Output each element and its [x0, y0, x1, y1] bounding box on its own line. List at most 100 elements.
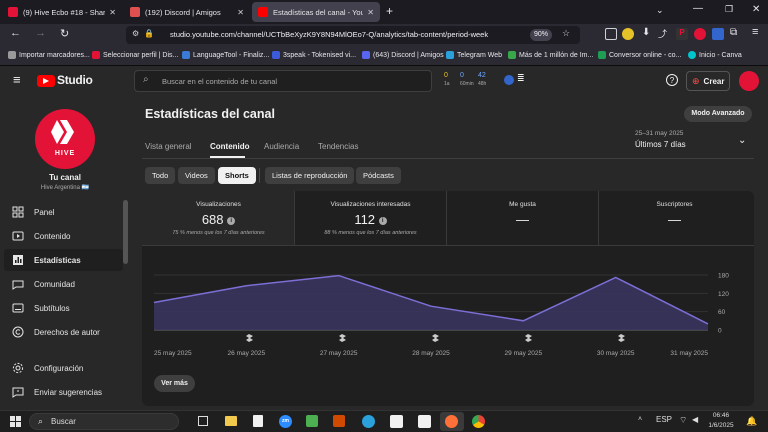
bookmark-item[interactable]: (643) Discord | Amigos — [362, 51, 444, 59]
youtube-logo-icon[interactable] — [37, 75, 55, 87]
bookmark-item[interactable]: Telegram Web — [446, 51, 502, 59]
site-info-icon[interactable]: ⚙ — [132, 29, 139, 38]
back-icon[interactable]: ← — [10, 27, 21, 39]
bookmark-item[interactable]: LanguageTool - Finaliz... — [182, 51, 269, 59]
extension-hive-icon[interactable] — [694, 28, 706, 40]
close-tab-icon[interactable]: ✕ — [237, 8, 244, 17]
clock-time[interactable]: 06:46 — [706, 412, 736, 419]
reload-icon[interactable]: ↻ — [60, 27, 69, 40]
download-icon[interactable]: ⬇ — [642, 27, 650, 38]
language-indicator[interactable]: ESP — [656, 415, 672, 424]
volume-icon[interactable]: ◀ — [692, 415, 698, 424]
notepad-icon[interactable] — [253, 415, 263, 427]
show-hidden-icons-icon[interactable]: ˄ — [638, 416, 642, 423]
tab-trends[interactable]: Tendencias — [318, 142, 358, 151]
studio-brand[interactable]: Studio — [57, 73, 93, 87]
metric-subscribers[interactable]: Suscriptores — — [598, 191, 751, 245]
menu-icon[interactable]: ≡ — [752, 26, 758, 38]
list-tabs-icon[interactable]: ⌄ — [656, 5, 664, 16]
bookmark-star-icon[interactable]: ☆ — [562, 28, 570, 39]
chrome-icon[interactable] — [472, 415, 485, 428]
list-icon[interactable]: ≣ — [517, 73, 525, 84]
metric-likes[interactable]: Me gusta — — [446, 191, 599, 245]
create-button[interactable]: ⊕ Crear — [686, 71, 730, 91]
app-green-icon[interactable] — [306, 415, 318, 427]
sidebar-item-content[interactable]: Contenido — [4, 225, 123, 247]
zoom-level-badge[interactable]: 90% — [530, 29, 553, 41]
account-icon[interactable] — [622, 28, 634, 40]
notifications-icon[interactable]: 🔔 — [746, 416, 757, 427]
chip-shorts[interactable]: Shorts — [218, 167, 256, 184]
bookmark-item[interactable]: Inicio - Canva — [688, 51, 742, 59]
browser-tab-discord[interactable]: (192) Discord | Amigos ✕ — [124, 2, 250, 22]
app-orange-icon[interactable] — [333, 415, 345, 427]
bookmark-item[interactable]: Seleccionar perfil | Dis... — [92, 51, 178, 59]
browser-tab-youtube-studio[interactable]: Estadísticas del canal - YouTube ✕ — [252, 2, 380, 22]
bookmark-item[interactable]: Importar marcadores... — [8, 51, 90, 59]
browser-tab-hive[interactable]: (9) Hive Ecbo #18 - Share your ✕ — [2, 2, 122, 22]
period-selector[interactable]: Últimos 7 días — [635, 140, 686, 149]
sidebar-item-panel[interactable]: Panel — [4, 201, 123, 223]
tab-content[interactable]: Contenido — [210, 142, 250, 151]
upload-icon[interactable]: ⤴ — [658, 27, 667, 40]
channel-avatar[interactable]: HIVE — [35, 109, 95, 169]
extension-p-icon[interactable]: P — [676, 28, 688, 40]
chevron-down-icon[interactable]: ⌄ — [738, 135, 746, 146]
views-chart[interactable]: 0 60 120 180 25 may 2025 26 may 2025 27 may 20… — [142, 255, 754, 365]
sidebar-scrollbar[interactable] — [123, 200, 128, 264]
telegram-app-icon[interactable] — [362, 415, 375, 428]
clock-date[interactable]: 1/6/2025 — [704, 422, 738, 429]
close-window-icon[interactable]: ✕ — [752, 4, 760, 15]
app-white-icon[interactable] — [418, 415, 431, 428]
info-icon[interactable]: i — [227, 216, 236, 225]
restore-icon[interactable]: ❐ — [725, 4, 733, 15]
firefox-taskbar-button[interactable] — [440, 412, 464, 431]
sidebar-item-feedback[interactable]: Enviar sugerencias — [4, 381, 123, 403]
chip-all[interactable]: Todo — [145, 167, 176, 184]
lock-icon[interactable]: 🔒 — [144, 29, 154, 38]
help-icon[interactable]: ? — [666, 74, 678, 86]
taskbar-search[interactable]: ⌕ Buscar — [29, 413, 179, 430]
windows-start-icon[interactable] — [10, 416, 21, 427]
capcut-icon[interactable] — [390, 415, 403, 428]
date-range[interactable]: 25–31 may 2025 — [635, 130, 683, 137]
sidebar-item-settings[interactable]: Configuración — [4, 357, 123, 379]
url-text[interactable]: studio.youtube.com/channel/UCTbBeXyzK9Y8… — [170, 30, 488, 39]
avatar[interactable] — [739, 71, 759, 91]
extension-blue-icon[interactable] — [712, 28, 724, 40]
metric-engaged-views[interactable]: Visualizaciones interesadas 112 i 88 % m… — [294, 191, 447, 245]
file-explorer-icon[interactable] — [225, 416, 237, 426]
tab-audience[interactable]: Audiencia — [264, 142, 299, 151]
url-bar[interactable]: ⚙ 🔒 studio.youtube.com/channel/UCTbBeXyz… — [126, 26, 580, 44]
zoom-app-icon[interactable]: zm — [279, 415, 292, 428]
forward-icon[interactable]: → — [35, 27, 46, 39]
metric-views[interactable]: Visualizaciones 688 i 75 % menos que los… — [142, 191, 295, 245]
search-placeholder: Buscar en el contenido de tu canal — [162, 77, 278, 86]
see-more-button[interactable]: Ver más — [154, 375, 195, 392]
tab-overview[interactable]: Vista general — [145, 142, 192, 151]
bookmark-item[interactable]: Más de 1 millón de Im... — [508, 51, 593, 59]
bookmark-item[interactable]: Conversor online - co... — [598, 51, 681, 59]
pocket-icon[interactable] — [605, 28, 617, 40]
task-view-icon[interactable] — [198, 416, 208, 426]
wifi-icon[interactable]: ⌔ — [679, 415, 687, 426]
hamburger-menu-icon[interactable]: ≡ — [13, 73, 21, 86]
sidebar-item-community[interactable]: Comunidad — [4, 273, 123, 295]
sidebar-item-copyright[interactable]: Derechos de autor — [4, 321, 123, 343]
extensions-icon[interactable]: ⧉ — [730, 27, 737, 38]
new-tab-icon[interactable]: + — [386, 4, 393, 18]
chip-playlists[interactable]: Listas de reproducción — [265, 167, 355, 184]
info-icon[interactable]: i — [378, 216, 387, 225]
extension-badge-icon[interactable] — [504, 75, 514, 85]
close-tab-icon[interactable]: ✕ — [367, 8, 374, 17]
search-bar[interactable]: ⌕ Buscar en el contenido de tu canal — [134, 70, 432, 92]
chip-podcasts[interactable]: Pódcasts — [356, 167, 401, 184]
minimize-icon[interactable]: — — [693, 3, 703, 14]
realtime-counters[interactable]: 0 1a 0 60min 42 48h — [441, 70, 499, 92]
sidebar-item-subtitles[interactable]: Subtítulos — [4, 297, 123, 319]
close-tab-icon[interactable]: ✕ — [109, 8, 116, 17]
advanced-mode-button[interactable]: Modo Avanzado — [684, 106, 752, 122]
bookmark-item[interactable]: 3speak - Tokenised vi... — [272, 51, 356, 59]
chip-videos[interactable]: Videos — [178, 167, 215, 184]
sidebar-item-analytics[interactable]: Estadísticas — [4, 249, 123, 271]
